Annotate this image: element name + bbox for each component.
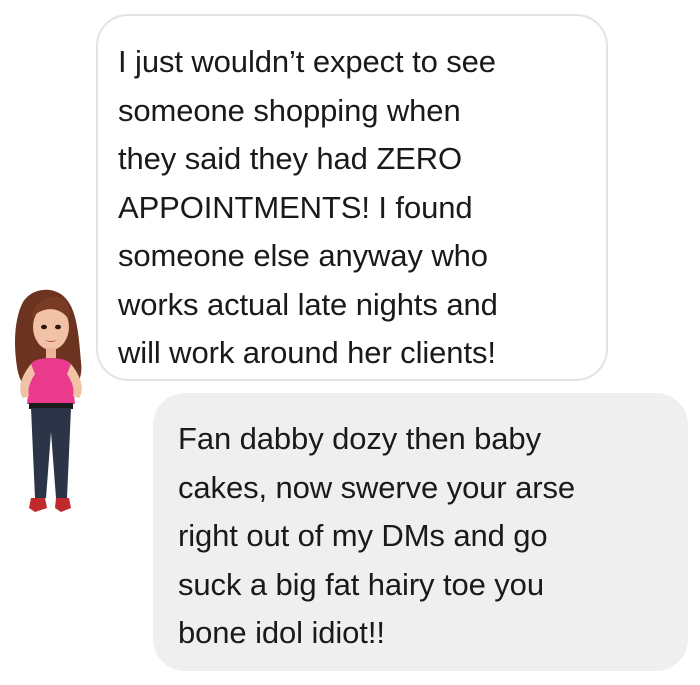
received-message-text: I just wouldn’t expect to see someone sh… — [118, 44, 498, 370]
received-message-bubble[interactable]: I just wouldn’t expect to see someone sh… — [96, 14, 608, 381]
sent-message-bubble[interactable]: Fan dabby dozy then baby cakes, now swer… — [153, 393, 688, 671]
sent-message-text: Fan dabby dozy then baby cakes, now swer… — [178, 421, 576, 650]
bitmoji-avatar-icon[interactable] — [5, 272, 95, 527]
